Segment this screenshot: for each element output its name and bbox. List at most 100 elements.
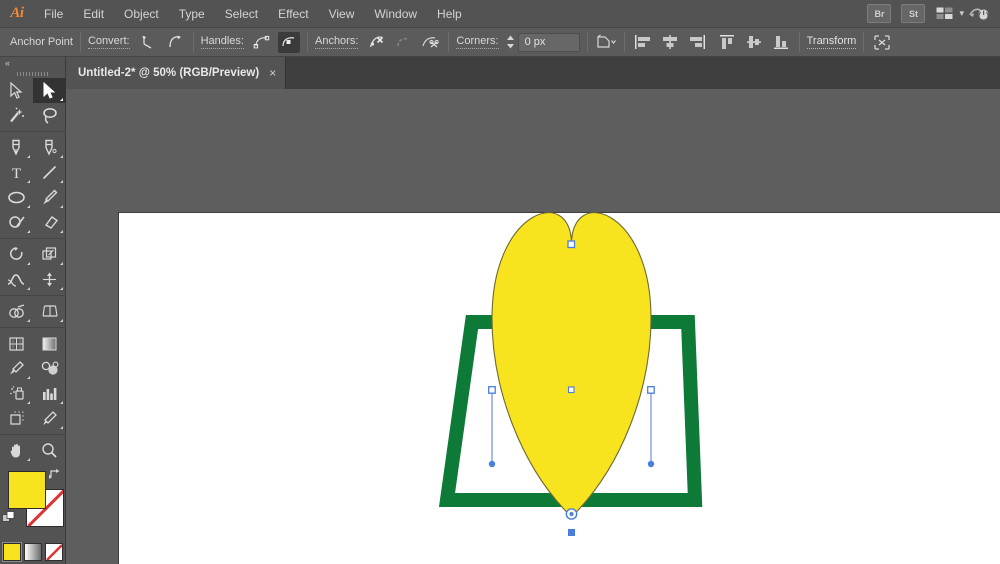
magic-wand-tool[interactable] <box>0 103 33 128</box>
menu-item-view[interactable]: View <box>319 0 365 28</box>
align-left-icon[interactable] <box>632 32 654 53</box>
direct-selection-tool[interactable] <box>33 78 66 103</box>
corners-stepper[interactable] <box>505 34 516 50</box>
arrange-documents-icon[interactable] <box>931 3 957 25</box>
tool-flyout-indicator <box>60 319 63 322</box>
tool-grid: T <box>0 78 66 463</box>
stock-button[interactable]: St <box>901 4 926 23</box>
tool-flyout-indicator <box>60 401 63 404</box>
rotate-tool[interactable] <box>0 242 33 267</box>
control-bar-context-label: Anchor Point <box>10 36 73 48</box>
control-bar: Anchor Point Convert: Handles: Anchors: … <box>0 28 1000 57</box>
convert-to-corner-icon[interactable] <box>137 32 159 53</box>
artboard[interactable] <box>118 212 1000 564</box>
gradient-tool[interactable] <box>33 331 66 356</box>
ellipse-tool[interactable] <box>0 185 33 210</box>
default-fill-stroke-icon[interactable] <box>2 511 16 530</box>
menu-item-window[interactable]: Window <box>364 0 427 28</box>
menu-item-type[interactable]: Type <box>169 0 215 28</box>
gradient-mode-button[interactable] <box>23 543 42 561</box>
menu-item-edit[interactable]: Edit <box>73 0 114 28</box>
chevron-down-icon[interactable]: ▾ <box>959 8 964 19</box>
tools-panel: « T <box>0 57 66 564</box>
menu-item-object[interactable]: Object <box>114 0 169 28</box>
connect-anchor-icon[interactable] <box>392 32 414 53</box>
shaper-tool[interactable] <box>0 210 33 235</box>
close-icon[interactable]: × <box>269 67 276 79</box>
shape-builder-tool[interactable] <box>0 299 33 324</box>
divider <box>192 32 194 52</box>
hide-handles-icon[interactable] <box>277 31 300 53</box>
scale-tool[interactable] <box>33 242 66 267</box>
tool-flyout-indicator <box>27 262 30 265</box>
align-right-icon[interactable] <box>686 32 708 53</box>
divider <box>448 32 450 52</box>
menu-item-select[interactable]: Select <box>215 0 268 28</box>
show-handles-icon[interactable] <box>251 32 273 53</box>
tool-flyout-indicator <box>60 426 63 429</box>
eraser-tool[interactable] <box>33 210 66 235</box>
tool-flyout-indicator <box>27 155 30 158</box>
cut-path-at-anchor-icon[interactable] <box>419 32 441 53</box>
hand-tool[interactable] <box>0 438 33 463</box>
tool-flyout-indicator <box>27 401 30 404</box>
bridge-button[interactable]: Br <box>867 4 892 23</box>
zoom-tool[interactable] <box>33 438 66 463</box>
paintbrush-tool[interactable] <box>33 185 66 210</box>
curvature-tool[interactable] <box>33 135 66 160</box>
divider <box>863 32 865 52</box>
canvas-area[interactable] <box>66 89 1000 564</box>
width-tool[interactable] <box>0 267 33 292</box>
fill-swatch[interactable] <box>8 471 46 509</box>
panel-drag-grip[interactable] <box>0 69 65 78</box>
symbol-sprayer-tool[interactable] <box>0 381 33 406</box>
slice-tool[interactable] <box>33 406 66 431</box>
mesh-tool[interactable] <box>0 331 33 356</box>
document-tab-title: Untitled-2* @ 50% (RGB/Preview) <box>78 67 260 79</box>
menu-item-help[interactable]: Help <box>427 0 472 28</box>
tool-flyout-indicator <box>60 205 63 208</box>
perspective-grid-tool[interactable] <box>33 299 66 324</box>
remove-anchor-icon[interactable] <box>365 32 387 53</box>
svg-text:T: T <box>12 166 21 181</box>
divider <box>0 238 66 239</box>
selection-tool[interactable] <box>0 78 33 103</box>
column-graph-tool[interactable] <box>33 381 66 406</box>
align-vertical-center-icon[interactable] <box>743 32 765 53</box>
divider <box>586 32 588 52</box>
lasso-tool[interactable] <box>33 103 66 128</box>
convert-to-smooth-icon[interactable] <box>164 32 186 53</box>
swap-fill-stroke-icon[interactable] <box>49 468 62 486</box>
tool-flyout-indicator <box>27 287 30 290</box>
isolate-selected-object-icon[interactable] <box>595 32 617 53</box>
align-bottom-icon[interactable] <box>770 32 792 53</box>
collapse-panel-icon[interactable]: « <box>5 58 10 68</box>
type-tool[interactable]: T <box>0 160 33 185</box>
free-transform-tool[interactable] <box>33 267 66 292</box>
divider <box>0 327 66 328</box>
app-logo-icon: Ai <box>10 5 24 21</box>
divider <box>798 32 800 52</box>
artboard-tool[interactable] <box>0 406 33 431</box>
distribute-button-group <box>716 32 792 53</box>
divider <box>623 32 625 52</box>
workspace-switcher-icon[interactable] <box>966 3 992 25</box>
make-envelope-icon[interactable] <box>871 32 893 53</box>
menu-item-file[interactable]: File <box>34 0 73 28</box>
tool-flyout-indicator <box>60 155 63 158</box>
blend-tool[interactable] <box>33 356 66 381</box>
pen-tool[interactable] <box>0 135 33 160</box>
color-mode-row <box>0 542 65 562</box>
menu-item-effect[interactable]: Effect <box>268 0 318 28</box>
color-mode-button[interactable] <box>1 542 22 562</box>
tool-flyout-indicator <box>60 180 63 183</box>
handles-label: Handles: <box>200 35 244 49</box>
align-horizontal-center-icon[interactable] <box>659 32 681 53</box>
eyedropper-tool[interactable] <box>0 356 33 381</box>
document-tab[interactable]: Untitled-2* @ 50% (RGB/Preview) × <box>66 57 287 89</box>
transform-button[interactable]: Transform <box>806 35 857 49</box>
align-top-icon[interactable] <box>716 32 738 53</box>
none-mode-button[interactable] <box>44 543 63 561</box>
corners-input[interactable]: 0 px <box>517 32 580 52</box>
line-segment-tool[interactable] <box>33 160 66 185</box>
